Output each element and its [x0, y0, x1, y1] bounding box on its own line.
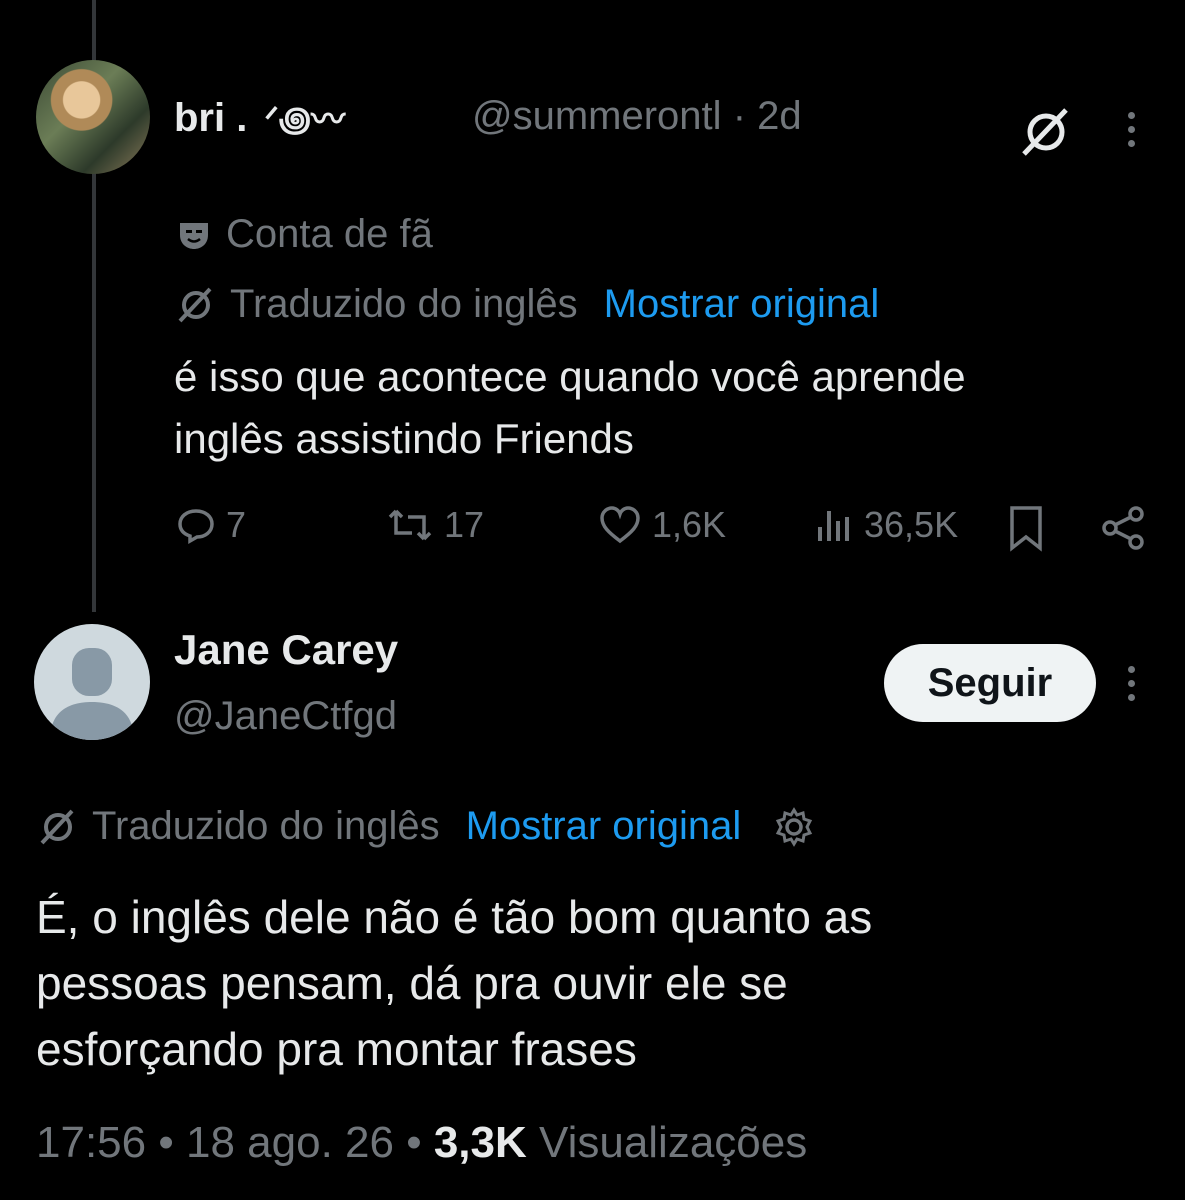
more-options-icon[interactable]	[1128, 666, 1138, 708]
translate-icon	[40, 809, 74, 844]
decorative-emoji-icon: ᐟ꩜〰	[264, 101, 346, 139]
translation-bar: Traduzido do inglês Mostrar original	[38, 804, 815, 849]
tweet-metadata: 17:56 • 18 ago. 26 • 3,3K Visualizações	[36, 1118, 808, 1167]
avatar[interactable]	[34, 624, 150, 740]
repost-button[interactable]: 17	[386, 504, 484, 546]
date[interactable]: 18 ago. 26	[186, 1118, 394, 1167]
more-options-icon[interactable]	[1128, 112, 1138, 154]
tweet-text: é isso que acontece quando você aprende …	[174, 353, 966, 462]
follow-button[interactable]: Seguir	[884, 644, 1096, 722]
repost-icon	[388, 509, 432, 541]
translation-bar: Traduzido do inglês Mostrar original	[176, 282, 879, 327]
avatar[interactable]	[36, 60, 150, 174]
grok-icon[interactable]	[1018, 104, 1074, 165]
show-original-link[interactable]: Mostrar original	[466, 804, 742, 849]
reply-icon	[178, 509, 214, 545]
timestamp[interactable]: 17:56	[36, 1118, 146, 1167]
display-name[interactable]: Jane Carey	[174, 626, 398, 674]
views-icon	[818, 511, 849, 541]
like-button[interactable]: 1,6K	[598, 504, 726, 546]
default-avatar-icon	[50, 648, 134, 740]
share-icon[interactable]	[1100, 506, 1148, 555]
bookmark-icon[interactable]	[1006, 504, 1046, 557]
display-name[interactable]: bri . ᐟ꩜〰	[174, 92, 345, 143]
views-count: 3,3K	[433, 1118, 527, 1167]
views-button[interactable]: 36,5K	[814, 504, 958, 546]
show-original-link[interactable]: Mostrar original	[604, 282, 880, 327]
reply-button[interactable]: 7	[176, 504, 246, 546]
mask-icon	[180, 222, 208, 249]
views-label: Visualizações	[539, 1118, 808, 1167]
gear-icon[interactable]	[773, 806, 815, 848]
handle[interactable]: @JaneCtfgd	[174, 694, 397, 739]
fan-account-label: Conta de fã	[176, 212, 433, 257]
handle-and-time[interactable]: @summerontl · 2d	[472, 94, 802, 139]
tweet-text: É, o inglês dele não é tão bom quanto as…	[36, 891, 873, 1075]
heart-icon	[600, 506, 640, 544]
translate-icon	[178, 287, 212, 322]
